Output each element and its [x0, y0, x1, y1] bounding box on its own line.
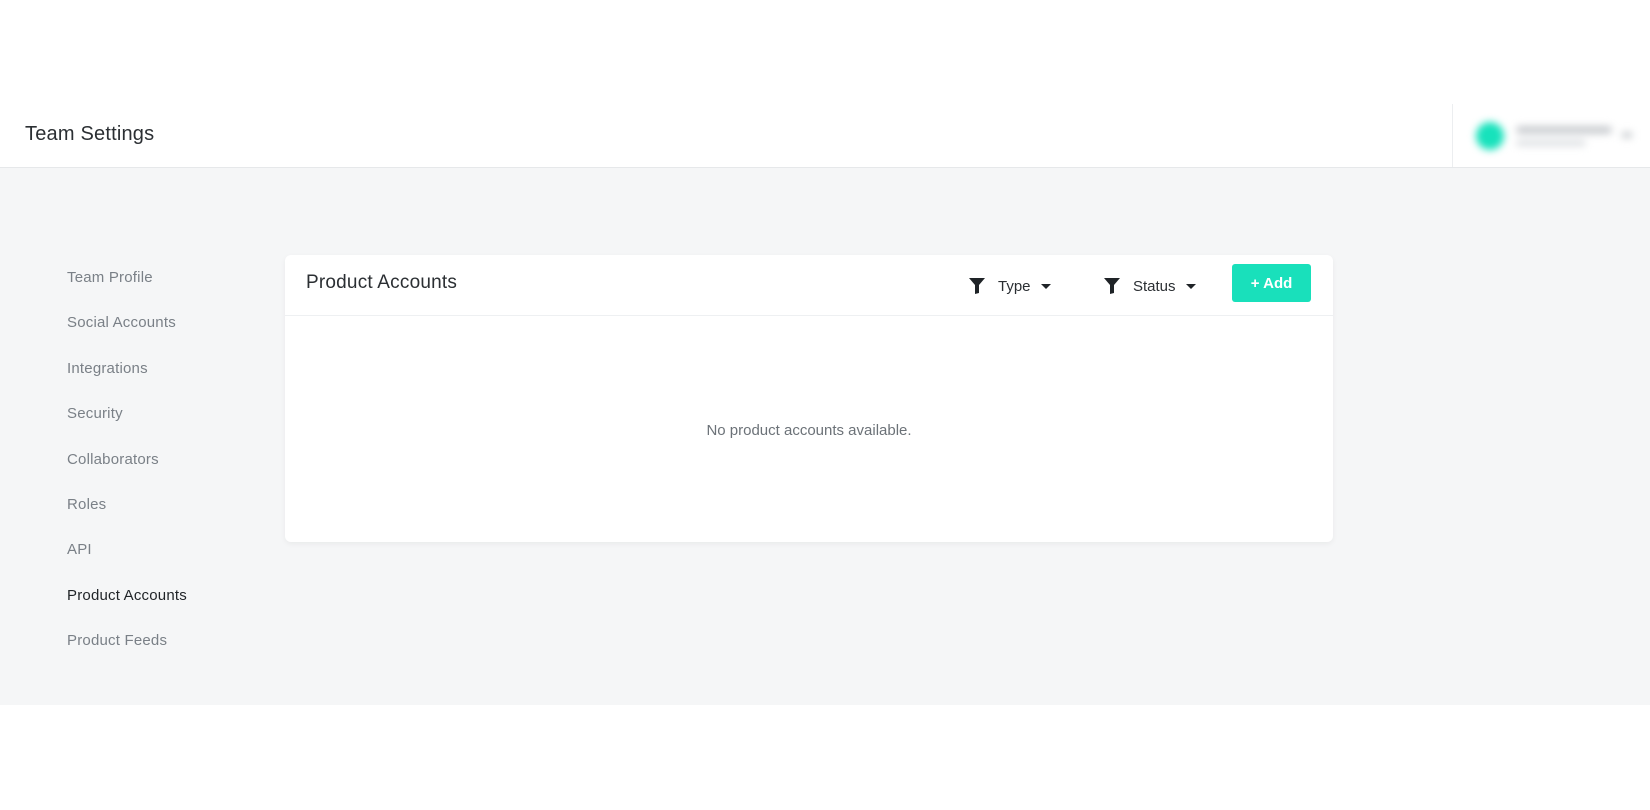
- empty-state-message: No product accounts available.: [706, 422, 912, 439]
- top-header: Team Settings: [0, 104, 1650, 168]
- settings-sidebar: Team Profile Social Accounts Integration…: [67, 268, 267, 677]
- product-accounts-card: Product Accounts Type Status + Add No pr…: [285, 255, 1333, 542]
- status-filter-label: Status: [1133, 277, 1176, 295]
- user-name-blurred: [1516, 126, 1612, 134]
- user-menu[interactable]: [1470, 116, 1640, 156]
- sidebar-item-social-accounts[interactable]: Social Accounts: [67, 313, 267, 358]
- header-divider: [1452, 104, 1453, 167]
- status-filter-dropdown[interactable]: Status: [1103, 274, 1196, 298]
- sidebar-item-team-profile[interactable]: Team Profile: [67, 268, 267, 313]
- type-filter-dropdown[interactable]: Type: [968, 274, 1051, 298]
- sidebar-item-product-accounts[interactable]: Product Accounts: [67, 586, 267, 631]
- caret-down-icon: [1040, 284, 1051, 289]
- user-avatar: [1476, 122, 1504, 150]
- chevron-down-icon: [1622, 132, 1632, 138]
- type-filter-label: Type: [998, 277, 1031, 295]
- sidebar-item-security[interactable]: Security: [67, 404, 267, 449]
- sidebar-item-api[interactable]: API: [67, 540, 267, 585]
- settings-body: Team Profile Social Accounts Integration…: [0, 168, 1650, 705]
- card-header: Product Accounts Type Status + Add: [285, 255, 1333, 316]
- sidebar-item-collaborators[interactable]: Collaborators: [67, 450, 267, 495]
- app-root: Team Settings Team Profile Social Accoun…: [0, 0, 1650, 810]
- page-title: Team Settings: [25, 123, 155, 145]
- sidebar-item-product-feeds[interactable]: Product Feeds: [67, 631, 267, 676]
- card-title: Product Accounts: [306, 272, 458, 293]
- sidebar-item-integrations[interactable]: Integrations: [67, 359, 267, 404]
- funnel-icon: [969, 278, 985, 294]
- sidebar-item-roles[interactable]: Roles: [67, 495, 267, 540]
- caret-down-icon: [1185, 284, 1196, 289]
- funnel-icon: [1104, 278, 1120, 294]
- add-button[interactable]: + Add: [1232, 264, 1311, 302]
- user-subtitle-blurred: [1516, 140, 1586, 146]
